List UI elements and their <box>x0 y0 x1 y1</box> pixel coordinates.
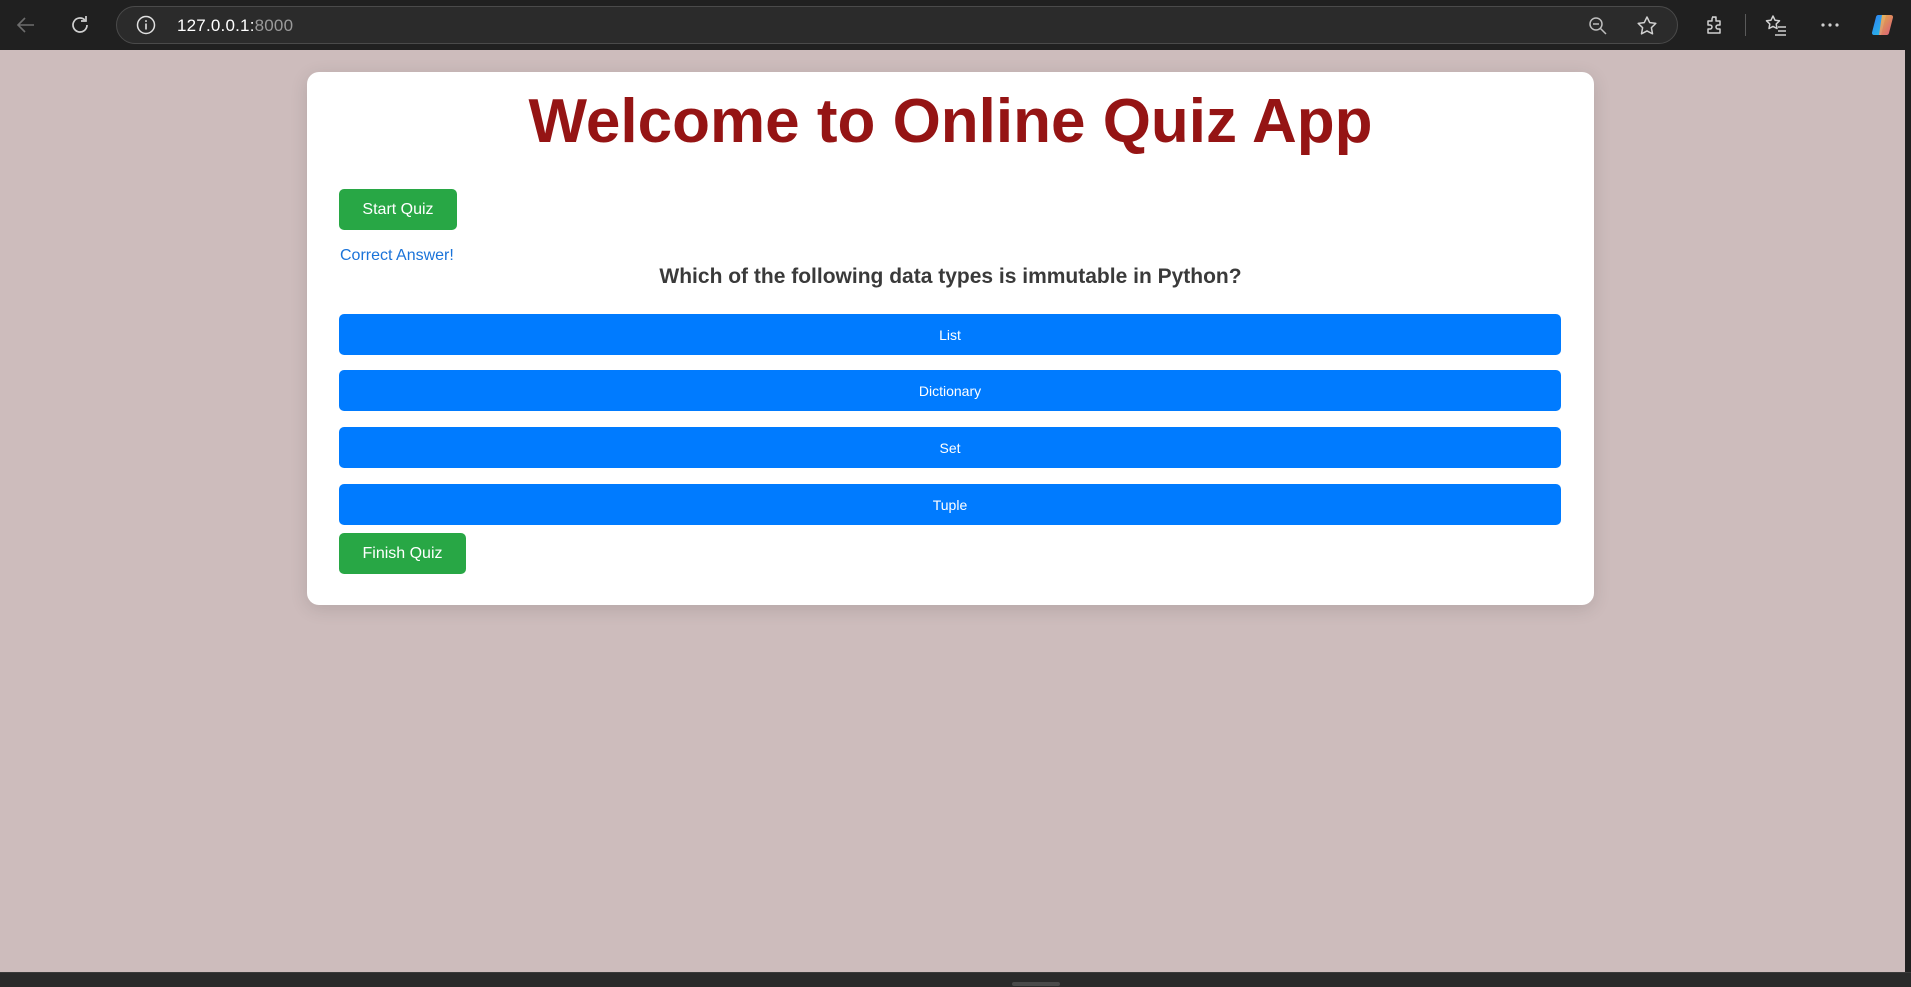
url-host: 127.0.0.1: <box>177 16 255 35</box>
answer-feedback: Correct Answer! <box>340 247 454 264</box>
more-button[interactable] <box>1816 11 1844 39</box>
page-viewport: Welcome to Online Quiz App Start Quiz Co… <box>0 50 1905 972</box>
copilot-icon[interactable] <box>1870 11 1898 39</box>
window-bottom-bar <box>0 972 1911 987</box>
browser-toolbar: 127.0.0.1:8000 <box>0 0 1911 50</box>
more-icon <box>1821 23 1839 27</box>
finish-quiz-button[interactable]: Finish Quiz <box>339 533 466 574</box>
reload-icon <box>72 16 88 33</box>
zoom-out-icon[interactable] <box>1587 15 1609 37</box>
page-title: Welcome to Online Quiz App <box>528 87 1373 156</box>
start-quiz-button[interactable]: Start Quiz <box>339 189 457 230</box>
reload-button[interactable] <box>62 7 98 43</box>
option-button[interactable]: Dictionary <box>339 370 1561 411</box>
option-button[interactable]: Tuple <box>339 484 1561 525</box>
favorite-star-icon[interactable] <box>1635 14 1659 38</box>
extensions-icon <box>1707 16 1721 34</box>
extensions-button[interactable] <box>1701 11 1729 39</box>
favorites-icon <box>1765 15 1786 36</box>
toolbar-divider <box>1745 14 1746 36</box>
option-button[interactable]: Set <box>339 427 1561 468</box>
url-text: 127.0.0.1:8000 <box>177 16 293 36</box>
resize-handle[interactable] <box>1012 982 1060 986</box>
question-text: Which of the following data types is imm… <box>659 265 1242 288</box>
info-icon[interactable] <box>135 14 157 36</box>
back-arrow-icon <box>16 17 34 33</box>
favorites-button[interactable] <box>1762 11 1790 39</box>
back-button[interactable] <box>8 7 44 43</box>
quiz-card: Welcome to Online Quiz App Start Quiz Co… <box>307 72 1594 605</box>
url-port: 8000 <box>254 16 294 35</box>
window-edge <box>1905 50 1911 987</box>
address-bar[interactable]: 127.0.0.1:8000 <box>116 6 1678 44</box>
option-button[interactable]: List <box>339 314 1561 355</box>
